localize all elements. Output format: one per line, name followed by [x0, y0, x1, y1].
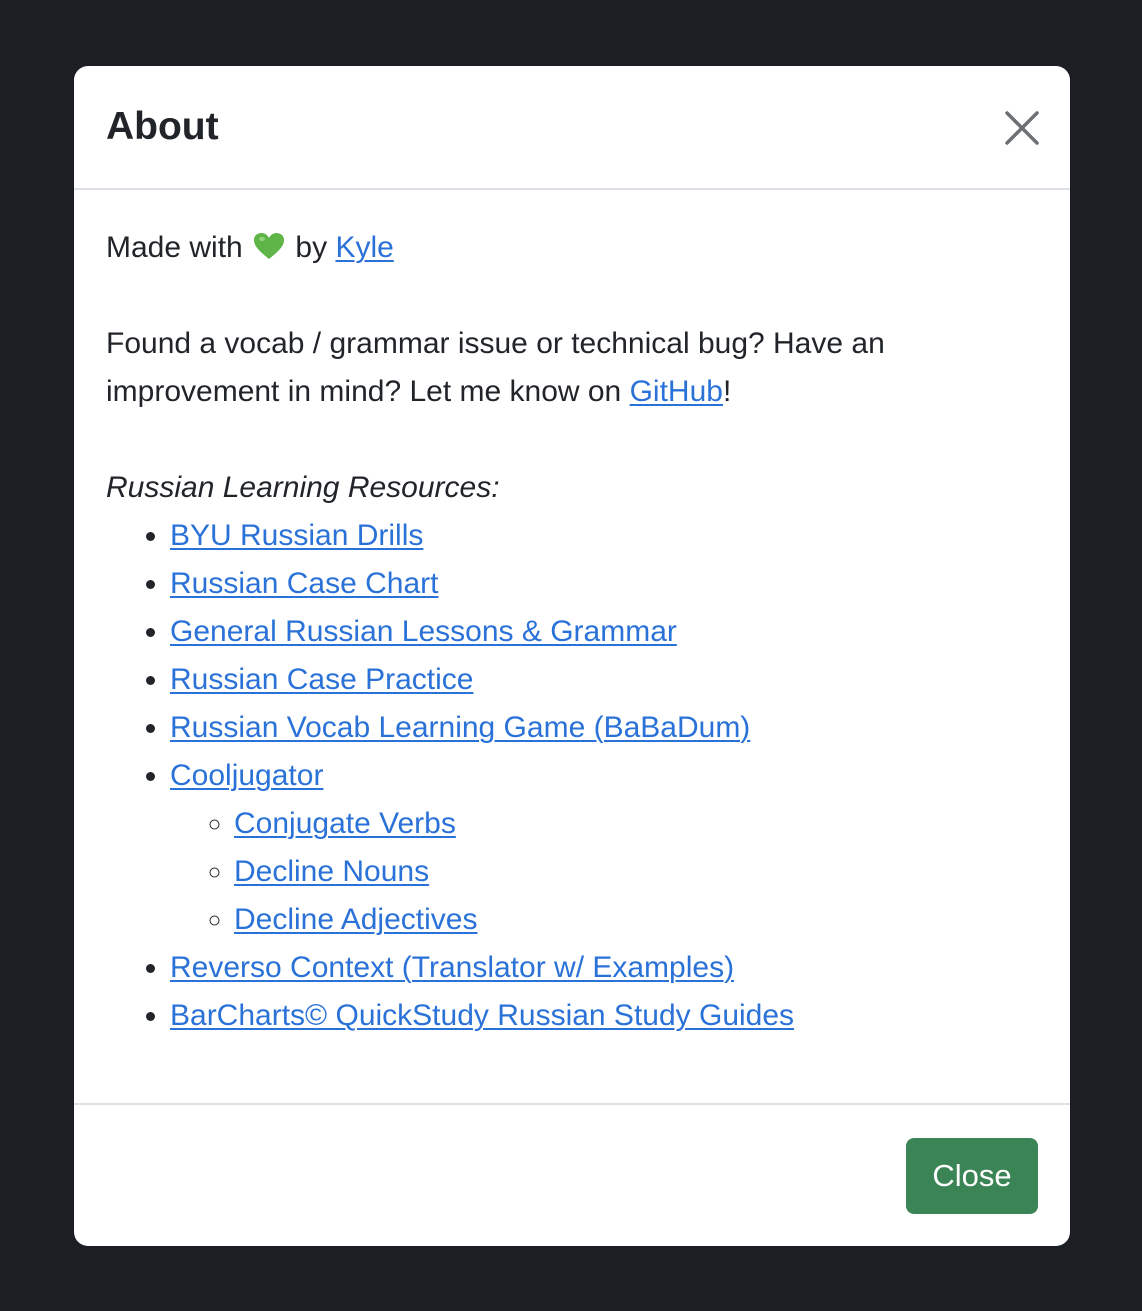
list-item: General Russian Lessons & Grammar	[170, 608, 794, 656]
list-item: BarCharts© QuickStudy Russian Study Guid…	[170, 992, 794, 1040]
resource-link-reverso[interactable]: Reverso Context (Translator w/ Examples)	[170, 951, 734, 984]
list-item: Conjugate Verbs	[234, 800, 794, 848]
list-item: Russian Vocab Learning Game (BaBaDum)	[170, 704, 794, 752]
resource-link-case-practice[interactable]: Russian Case Practice	[170, 663, 473, 696]
green-heart-icon	[253, 227, 285, 259]
list-item: Decline Nouns	[234, 848, 794, 896]
about-modal: About Made with by Kyle Found a vocab / …	[74, 66, 1070, 1246]
list-item: Russian Case Practice	[170, 656, 794, 704]
made-with-line: Made with by Kyle	[106, 224, 394, 272]
resource-link-cooljugator[interactable]: Cooljugator	[170, 759, 323, 792]
list-item: BYU Russian Drills	[170, 512, 794, 560]
by-text: by	[295, 231, 328, 264]
resource-link-decline-adjectives[interactable]: Decline Adjectives	[234, 903, 477, 936]
resource-link-decline-nouns[interactable]: Decline Nouns	[234, 855, 429, 888]
feedback-message: Found a vocab / grammar issue or technic…	[106, 327, 885, 408]
feedback-text: Found a vocab / grammar issue or technic…	[106, 320, 986, 416]
cooljugator-sublist: Conjugate Verbs Decline Nouns Decline Ad…	[170, 800, 794, 944]
resources-heading: Russian Learning Resources:	[106, 471, 500, 504]
resource-link-general-lessons[interactable]: General Russian Lessons & Grammar	[170, 615, 677, 648]
list-item: Decline Adjectives	[234, 896, 794, 944]
close-button[interactable]: Close	[906, 1138, 1038, 1214]
author-link[interactable]: Kyle	[335, 231, 393, 264]
modal-footer: Close	[74, 1103, 1070, 1246]
resource-link-babadum[interactable]: Russian Vocab Learning Game (BaBaDum)	[170, 711, 750, 744]
list-item: Russian Case Chart	[170, 560, 794, 608]
modal-body: Made with by Kyle Found a vocab / gramma…	[106, 191, 1038, 1103]
list-item: Reverso Context (Translator w/ Examples)	[170, 944, 794, 992]
list-item: Cooljugator Conjugate Verbs Decline Noun…	[170, 752, 794, 944]
resources-list: BYU Russian Drills Russian Case Chart Ge…	[106, 512, 794, 1040]
resource-link-conjugate-verbs[interactable]: Conjugate Verbs	[234, 807, 456, 840]
github-link[interactable]: GitHub	[630, 375, 723, 408]
modal-title: About	[106, 105, 219, 148]
feedback-suffix: !	[722, 375, 732, 408]
resource-link-case-chart[interactable]: Russian Case Chart	[170, 567, 438, 600]
close-icon[interactable]	[1004, 110, 1040, 146]
modal-header: About	[74, 66, 1070, 190]
resource-link-byu-drills[interactable]: BYU Russian Drills	[170, 519, 423, 552]
resource-link-barcharts[interactable]: BarCharts© QuickStudy Russian Study Guid…	[170, 999, 794, 1032]
made-with-text: Made with	[106, 231, 243, 264]
